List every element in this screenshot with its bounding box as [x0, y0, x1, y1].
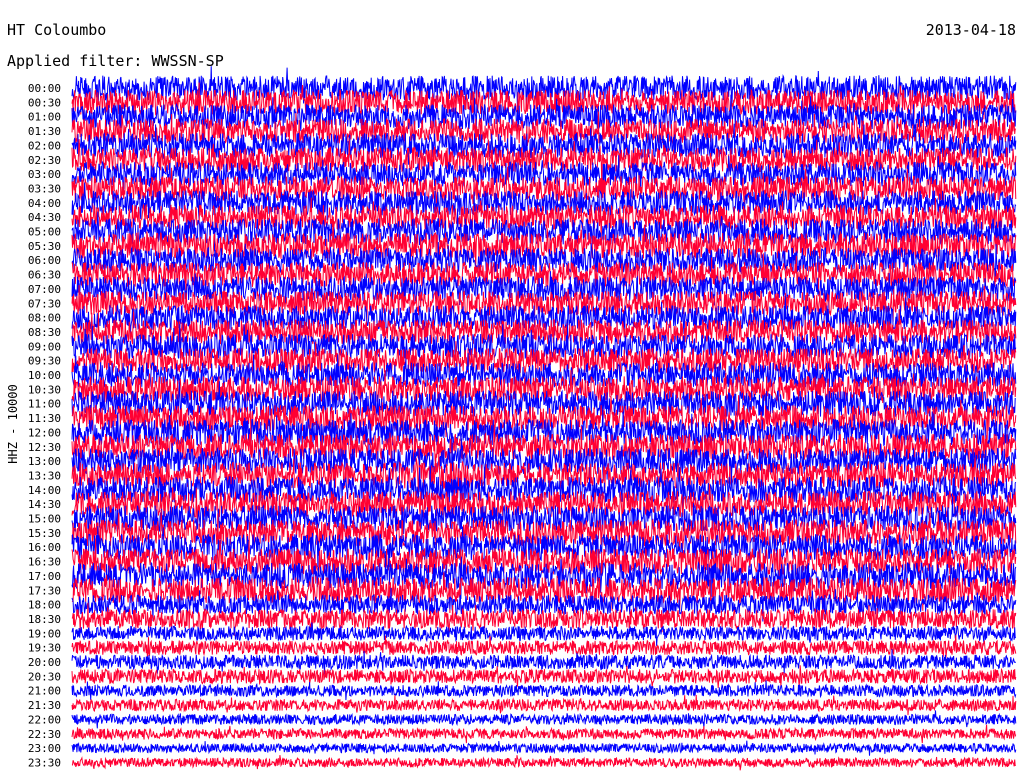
tick-label-0830: 08:30	[28, 326, 61, 339]
trace-2100	[71, 680, 1017, 701]
tick-label-1530: 15:30	[28, 527, 61, 540]
tick-label-0230: 02:30	[28, 154, 61, 167]
trace-1930	[71, 635, 1017, 658]
tick-label-1900: 19:00	[28, 627, 61, 640]
tick-label-0900: 09:00	[28, 340, 61, 353]
trace-2300	[71, 740, 1017, 756]
tick-label-0000: 00:00	[28, 82, 61, 95]
tick-label-1030: 10:30	[28, 383, 61, 396]
tick-label-0300: 03:00	[28, 168, 61, 181]
trace-2130	[71, 694, 1017, 716]
tick-label-2100: 21:00	[28, 685, 61, 698]
tick-label-1400: 14:00	[28, 484, 61, 497]
tick-label-1300: 13:00	[28, 455, 61, 468]
tick-label-0800: 08:00	[28, 312, 61, 325]
trace-2330	[71, 755, 1016, 771]
trace-2030	[71, 665, 1017, 688]
tick-label-1830: 18:30	[28, 613, 61, 626]
tick-label-2230: 22:30	[28, 728, 61, 741]
tick-label-2300: 23:00	[28, 742, 61, 755]
traces-group	[71, 66, 1017, 771]
tick-label-1100: 11:00	[28, 398, 61, 411]
tick-label-1000: 10:00	[28, 369, 61, 382]
tick-label-1230: 12:30	[28, 441, 61, 454]
tick-label-0730: 07:30	[28, 297, 61, 310]
tick-label-2030: 20:30	[28, 670, 61, 683]
tick-label-0200: 02:00	[28, 139, 61, 152]
tick-label-0700: 07:00	[28, 283, 61, 296]
tick-label-1630: 16:30	[28, 556, 61, 569]
tick-label-1200: 12:00	[28, 426, 61, 439]
trace-2200	[71, 710, 1017, 729]
tick-label-2330: 23:30	[28, 756, 61, 769]
tick-label-0030: 00:30	[28, 96, 61, 109]
tick-label-1430: 14:30	[28, 498, 61, 511]
tick-label-2000: 20:00	[28, 656, 61, 669]
tick-label-0100: 01:00	[28, 111, 61, 124]
tick-label-1730: 17:30	[28, 584, 61, 597]
tick-labels-group: 00:0000:30 01:0001:3002:00 02:3003:0003:30…	[28, 82, 61, 769]
tick-label-0400: 04:00	[28, 197, 61, 210]
tick-label-1800: 18:00	[28, 599, 61, 612]
tick-label-2200: 22:00	[28, 713, 61, 726]
tick-label-0630: 06:30	[28, 269, 61, 282]
tick-label-1130: 11:30	[28, 412, 61, 425]
tick-label-1500: 15:00	[28, 513, 61, 526]
tick-label-0130: 01:30	[28, 125, 61, 138]
trace-2230	[71, 724, 1017, 744]
tick-label-2130: 21:30	[28, 699, 61, 712]
tick-label-1600: 16:00	[28, 541, 61, 554]
tick-label-1700: 17:00	[28, 570, 61, 583]
tick-label-0930: 09:30	[28, 355, 61, 368]
tick-label-0500: 05:00	[28, 226, 61, 239]
tick-label-0600: 06:00	[28, 254, 61, 267]
helicorder-plot: 00:0000:30 01:0001:3002:00 02:3003:0003:30…	[28, 66, 1017, 771]
tick-label-1930: 19:30	[28, 642, 61, 655]
tick-label-1330: 13:30	[28, 469, 61, 482]
tick-label-0330: 03:30	[28, 182, 61, 195]
tick-label-0430: 04:30	[28, 211, 61, 224]
tick-label-0530: 05:30	[28, 240, 61, 253]
